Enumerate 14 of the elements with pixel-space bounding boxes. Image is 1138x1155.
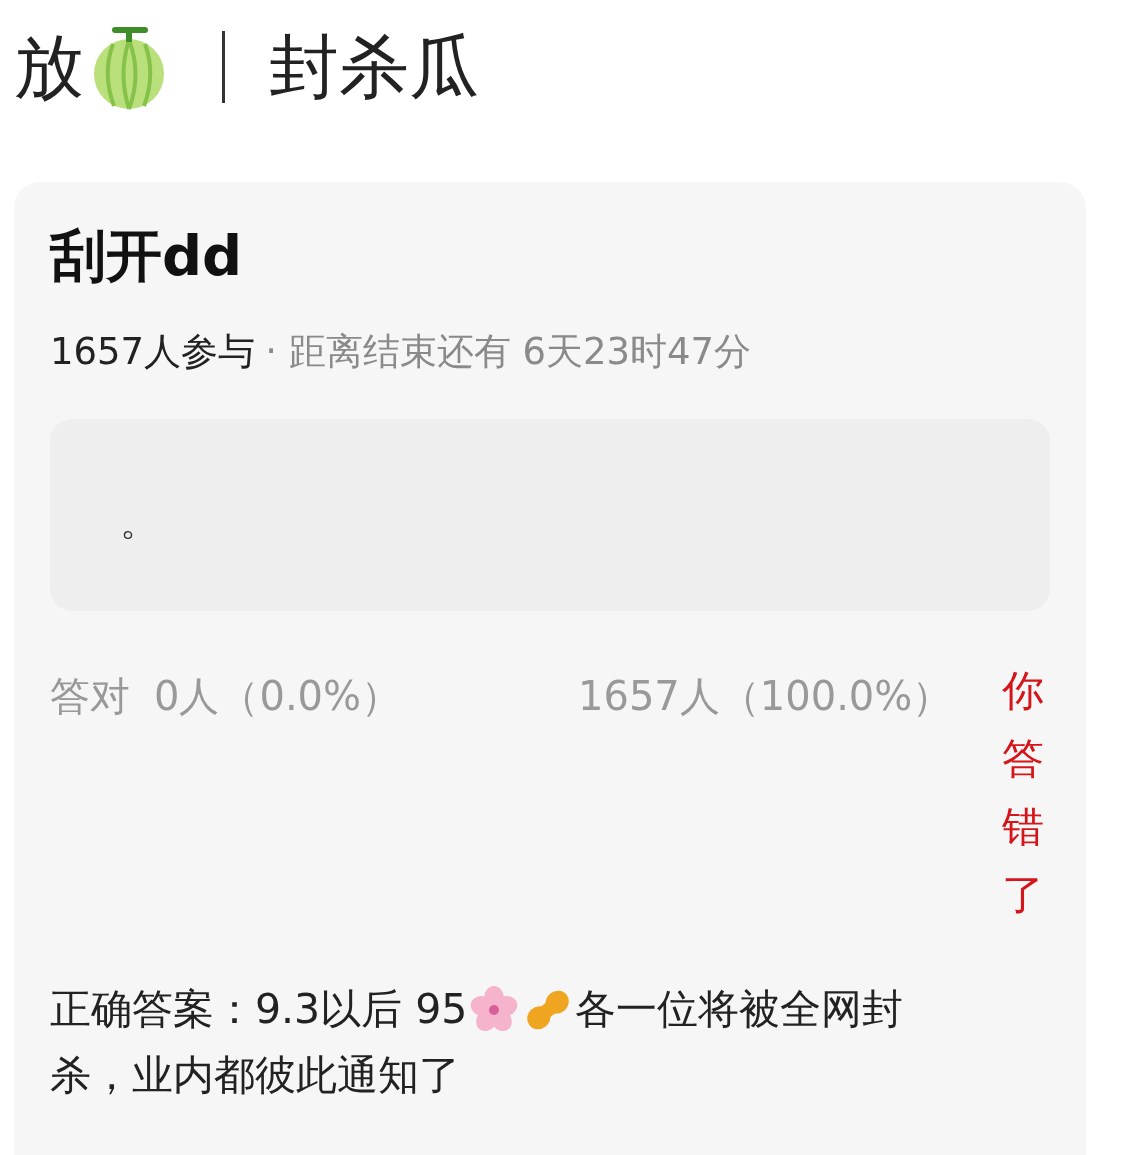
header-title: 放 — [14, 32, 84, 102]
result-text: 你答错了 — [1002, 665, 1044, 922]
participant-count: 1657人参与 — [50, 329, 256, 376]
scratch-area[interactable]: 。 — [50, 419, 1050, 612]
correct-count: 0人（0.0%） — [154, 672, 402, 722]
correct-label: 答对 — [50, 672, 130, 722]
countdown-text: · 距离结束还有 6天23时47分 — [265, 329, 752, 376]
quiz-title: 刮开dd — [50, 222, 244, 290]
answer-text: 杀，业内都彼此通知了 — [50, 1049, 460, 1101]
answer-text: 正确答案：9.3以后 95 — [50, 984, 468, 1036]
scratch-text: 。 — [120, 498, 158, 546]
header-title: 封杀瓜 — [269, 32, 479, 102]
answer-text: 各一位将被全网封 — [575, 984, 904, 1036]
wrong-count: 1657人（100.0%） — [578, 672, 954, 722]
